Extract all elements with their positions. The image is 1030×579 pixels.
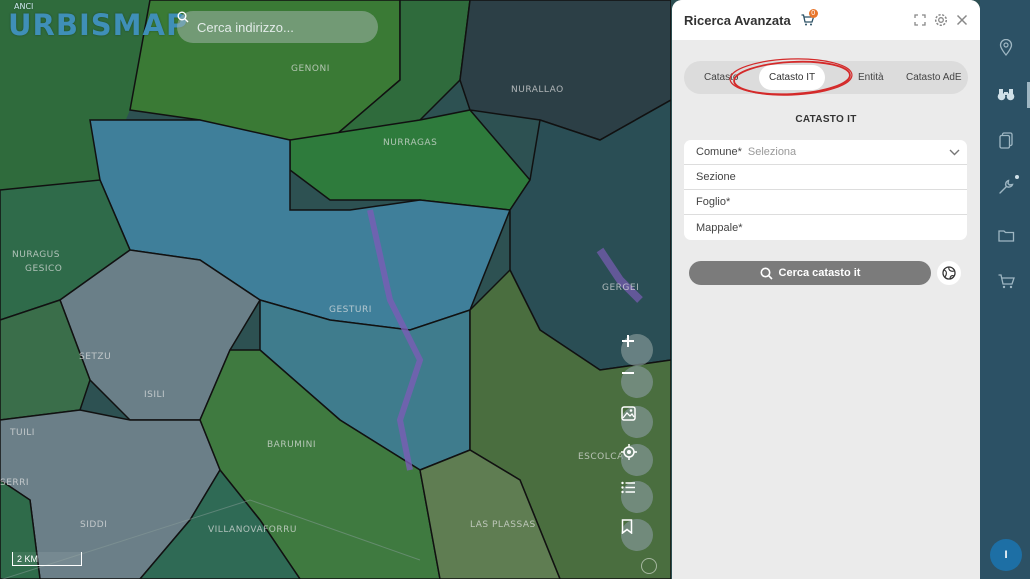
sidebar-item-cart[interactable] bbox=[997, 272, 1015, 290]
search-catasto-button[interactable]: Cerca catasto it bbox=[689, 261, 931, 285]
place-label: NURALLAO bbox=[511, 85, 564, 95]
place-label: ISILI bbox=[144, 390, 166, 400]
info-icon[interactable] bbox=[641, 558, 657, 574]
comune-label: Comune* bbox=[696, 146, 742, 158]
urbismap-logo: ANCI URBISMAP bbox=[8, 2, 189, 42]
place-label: VILLANOVAFORRU bbox=[208, 525, 297, 535]
place-label: GESTURI bbox=[329, 305, 372, 315]
image-icon bbox=[621, 406, 636, 421]
foglio-field[interactable]: Foglio* bbox=[684, 190, 967, 215]
place-label: ESCOLCA bbox=[578, 452, 624, 462]
place-label: GESICO bbox=[25, 264, 63, 274]
sidebar-item-advanced-search[interactable] bbox=[997, 85, 1015, 103]
annotation-circle bbox=[729, 58, 853, 96]
gear-icon[interactable] bbox=[934, 13, 948, 27]
panel-header: Ricerca Avanzata 0 bbox=[672, 0, 980, 40]
document-icon bbox=[999, 131, 1013, 149]
geolocate-button[interactable] bbox=[621, 444, 653, 476]
mappale-field[interactable]: Mappale* bbox=[684, 215, 967, 240]
sezione-label: Sezione bbox=[696, 171, 736, 183]
folder-icon bbox=[997, 229, 1014, 242]
place-label: NURRAGAS bbox=[383, 138, 438, 148]
place-label: SETZU bbox=[79, 352, 112, 362]
zoom-out-button[interactable] bbox=[621, 366, 653, 398]
cart-button[interactable]: 0 bbox=[801, 9, 818, 26]
address-search-input[interactable] bbox=[195, 18, 359, 36]
place-label: BARUMINI bbox=[267, 440, 316, 450]
place-label: SIDDI bbox=[80, 520, 108, 530]
place-label: SERRI bbox=[0, 478, 30, 488]
globe-icon bbox=[942, 266, 956, 280]
plus-icon bbox=[622, 335, 634, 347]
tab-entita[interactable]: Entità bbox=[858, 61, 884, 94]
wrench-icon bbox=[999, 179, 1014, 194]
close-icon[interactable] bbox=[956, 14, 968, 26]
location-pin-icon bbox=[999, 38, 1013, 56]
comune-select[interactable]: Comune* Seleziona bbox=[684, 140, 967, 165]
zoom-in-button[interactable] bbox=[621, 334, 653, 366]
place-label: NURAGUS bbox=[12, 250, 60, 260]
comune-placeholder: Seleziona bbox=[747, 146, 797, 158]
search-icon bbox=[760, 267, 773, 280]
basemap-button[interactable] bbox=[621, 406, 653, 438]
search-icon bbox=[177, 11, 189, 23]
place-label: LAS PLASSAS bbox=[470, 520, 536, 530]
place-label: GERGEI bbox=[602, 283, 640, 293]
logo-text: URBISMAP bbox=[8, 8, 189, 42]
mappale-label: Mappale* bbox=[696, 221, 743, 234]
cart-badge: 0 bbox=[808, 9, 818, 18]
layers-list-button[interactable] bbox=[621, 481, 653, 513]
map-regions bbox=[0, 0, 671, 579]
sidebar-item-documents[interactable] bbox=[997, 131, 1015, 149]
place-label: GENONI bbox=[291, 64, 330, 74]
section-title: CATASTO IT bbox=[795, 114, 857, 125]
cart-icon bbox=[998, 273, 1015, 288]
place-label: TUILI bbox=[10, 428, 35, 438]
binoculars-icon bbox=[997, 88, 1015, 100]
globe-button[interactable] bbox=[937, 261, 961, 285]
notification-dot bbox=[1015, 175, 1019, 179]
list-icon bbox=[621, 481, 635, 494]
scale-bar: 2 KM bbox=[12, 552, 82, 566]
bookmark-icon bbox=[621, 519, 633, 534]
crosshair-icon bbox=[621, 444, 637, 460]
search-catasto-label: Cerca catasto it bbox=[778, 267, 861, 279]
foglio-label: Foglio* bbox=[696, 196, 731, 208]
sidebar-item-folders[interactable] bbox=[997, 226, 1015, 244]
advanced-search-panel: Ricerca Avanzata 0 Catasto Entità Catast… bbox=[672, 0, 980, 579]
logo-sup: ANCI bbox=[14, 2, 34, 11]
map-canvas[interactable]: GENONI NURRAGAS NURALLAO GESTURI GERGEI … bbox=[0, 0, 671, 579]
sezione-field[interactable]: Sezione bbox=[684, 165, 967, 190]
tab-catasto-ade[interactable]: Catasto AdE bbox=[906, 61, 962, 94]
catasto-form: Comune* Seleziona Sezione Foglio* Mappal… bbox=[684, 140, 967, 240]
chevron-down-icon bbox=[949, 149, 960, 155]
address-search[interactable] bbox=[177, 11, 378, 43]
minus-icon bbox=[622, 372, 634, 374]
panel-title: Ricerca Avanzata bbox=[684, 12, 791, 28]
sidebar-item-tools[interactable] bbox=[997, 175, 1019, 196]
expand-icon[interactable] bbox=[914, 14, 926, 26]
right-sidebar bbox=[980, 0, 1030, 579]
bookmark-button[interactable] bbox=[621, 519, 653, 551]
user-avatar[interactable]: I bbox=[990, 539, 1022, 571]
sidebar-item-location[interactable] bbox=[997, 38, 1015, 56]
